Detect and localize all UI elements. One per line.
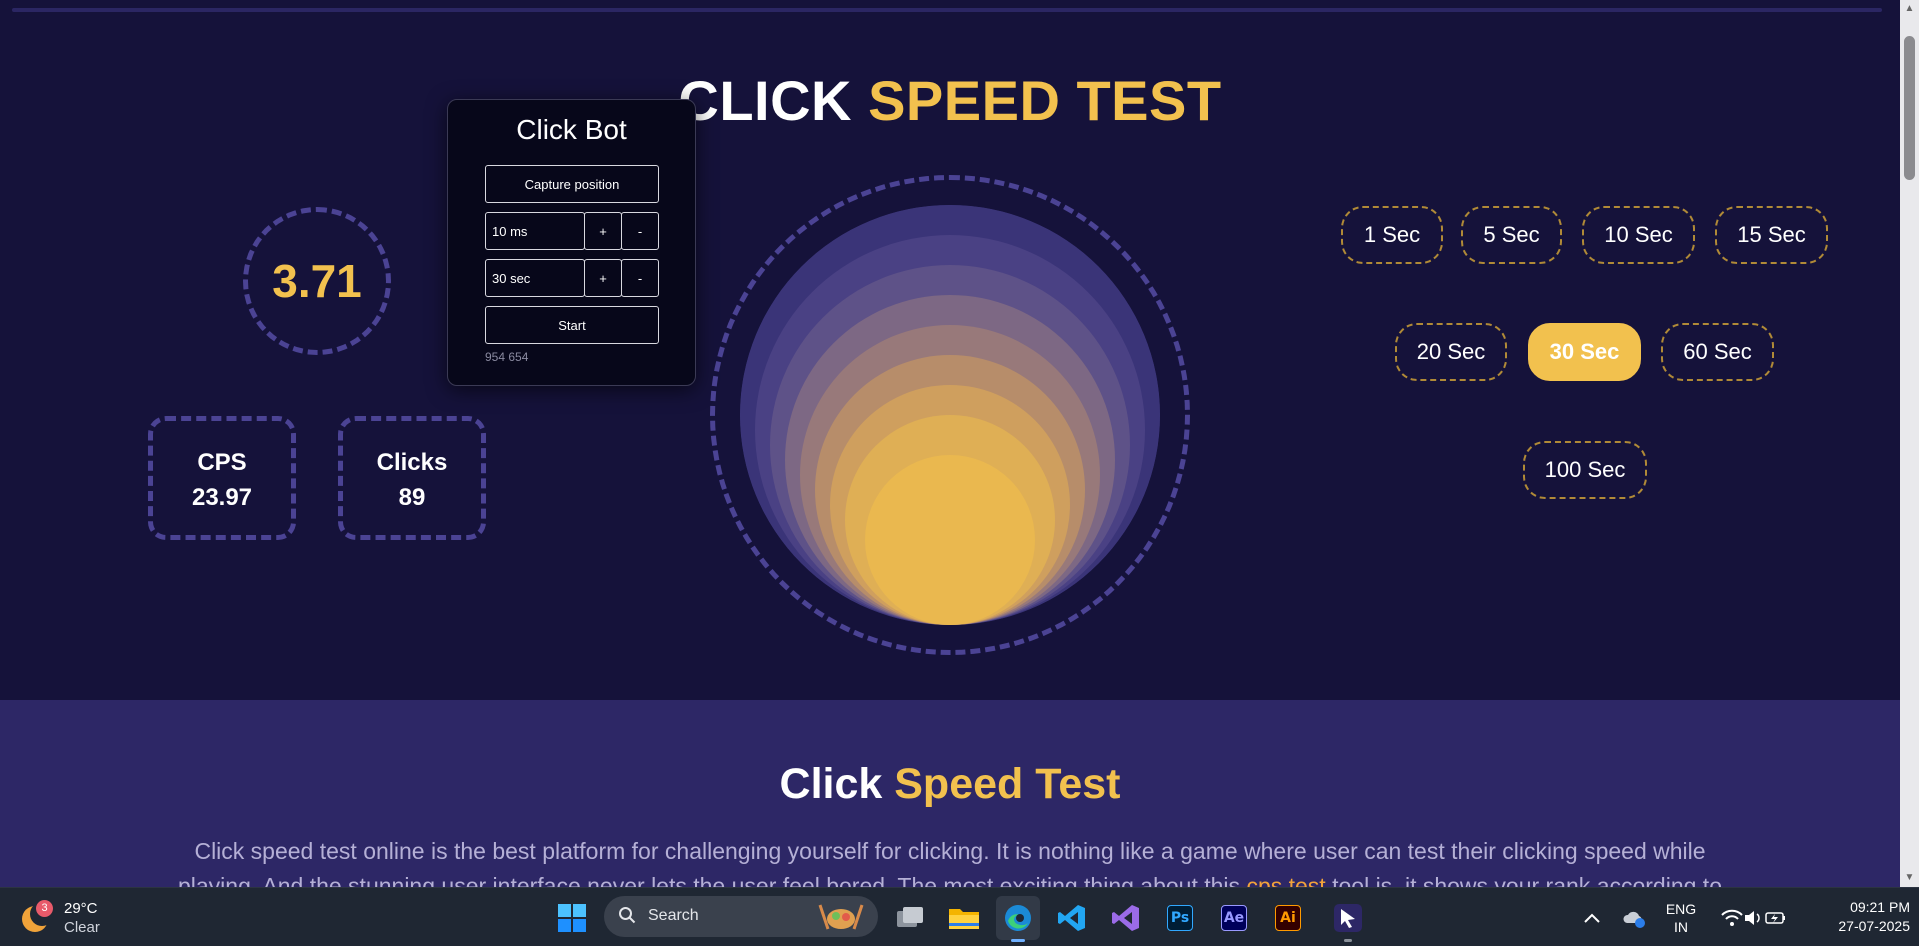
page-scrollbar[interactable]: ▲ ▼ xyxy=(1900,0,1919,887)
running-indicator xyxy=(1344,939,1352,942)
time-option-20-sec[interactable]: 20 Sec xyxy=(1395,323,1507,381)
cloud-sync-icon xyxy=(1623,911,1645,928)
scroll-up-icon[interactable]: ▲ xyxy=(1900,0,1919,17)
page-title: CLICK SPEED TEST xyxy=(0,68,1900,133)
paragraph-line-2-end: tool is, it shows your rank according to xyxy=(1325,873,1722,887)
illustrator-icon: Ai xyxy=(1275,905,1301,931)
time-option-1-sec[interactable]: 1 Sec xyxy=(1341,206,1443,264)
browser-viewport: CLICK SPEED TEST 3.71 CPS 23.97 Clicks 8… xyxy=(0,0,1900,887)
heading-part-white: Click xyxy=(779,760,883,808)
title-part-accent: SPEED TEST xyxy=(868,69,1222,132)
click-bot-panel: Click Bot Capture position 10 ms + - 30 … xyxy=(447,99,696,386)
show-hidden-icons-button[interactable] xyxy=(1580,906,1604,930)
start-button[interactable] xyxy=(550,896,594,940)
time-option-30-sec[interactable]: 30 Sec xyxy=(1528,323,1641,381)
cps-value: 23.97 xyxy=(191,484,253,511)
time-option-15-sec[interactable]: 15 Sec xyxy=(1715,206,1828,264)
cps-label: CPS xyxy=(197,449,247,476)
duration-input[interactable]: 30 sec xyxy=(485,259,585,297)
search-label: Search xyxy=(648,907,699,924)
language-code: ENG xyxy=(1665,901,1697,917)
top-divider xyxy=(12,8,1882,12)
system-clock[interactable]: 09:21 PM 27-07-2025 xyxy=(1810,898,1910,936)
file-explorer-icon xyxy=(949,909,979,929)
taskbar-search[interactable]: Search xyxy=(604,896,878,937)
chevron-up-icon xyxy=(1584,913,1600,923)
taskbar: 3 29°C Clear Search Ps Ae Ai ENG IN 09:2… xyxy=(0,887,1919,946)
time-option-10-sec[interactable]: 10 Sec xyxy=(1582,206,1695,264)
photoshop-button[interactable]: Ps xyxy=(1158,896,1202,940)
duration-increase-button[interactable]: + xyxy=(584,259,622,297)
duration-decrease-button[interactable]: - xyxy=(621,259,659,297)
time-option-60-sec[interactable]: 60 Sec xyxy=(1661,323,1774,381)
heading-part-accent: Speed Test xyxy=(894,760,1121,808)
interval-decrease-button[interactable]: - xyxy=(621,212,659,250)
cps-test-link[interactable]: cps test xyxy=(1246,873,1325,887)
position-readout: 954 654 xyxy=(485,350,529,364)
volume-icon xyxy=(1745,911,1760,925)
section-heading: Click Speed Test xyxy=(0,760,1900,809)
cursor-app-icon xyxy=(1334,904,1362,932)
clock-date: 27-07-2025 xyxy=(1838,918,1910,934)
task-view-icon xyxy=(897,907,923,927)
clicks-label: Clicks xyxy=(376,449,448,476)
cps-box: CPS 23.97 xyxy=(148,416,296,540)
scroll-down-icon[interactable]: ▼ xyxy=(1900,869,1919,886)
click-bot-title: Click Bot xyxy=(516,114,627,145)
start-icon xyxy=(558,904,586,932)
time-option-5-sec[interactable]: 5 Sec xyxy=(1461,206,1562,264)
visual-studio-icon xyxy=(1112,905,1139,931)
section-paragraph: Click speed test online is the best plat… xyxy=(110,834,1790,887)
paragraph-line-1: Click speed test online is the best plat… xyxy=(194,838,1706,864)
region-code: IN xyxy=(1674,919,1688,935)
wifi-icon xyxy=(1721,909,1743,926)
task-view-button[interactable] xyxy=(888,896,932,940)
search-icon xyxy=(619,907,636,924)
visual-studio-button[interactable] xyxy=(1104,896,1148,940)
score-value: 3.71 xyxy=(272,255,362,307)
click-area-ring-8 xyxy=(865,455,1035,625)
scrollbar-thumb[interactable] xyxy=(1904,36,1915,180)
clicks-value: 89 xyxy=(398,484,426,511)
title-part-white: CLICK xyxy=(678,69,852,132)
onedrive-button[interactable] xyxy=(1620,904,1648,932)
weather-widget[interactable]: 3 29°C Clear xyxy=(22,900,142,936)
interval-increase-button[interactable]: + xyxy=(584,212,622,250)
after-effects-button[interactable]: Ae xyxy=(1212,896,1256,940)
interval-input[interactable]: 10 ms xyxy=(485,212,585,250)
vscode-button[interactable] xyxy=(1050,896,1094,940)
edge-button[interactable] xyxy=(996,896,1040,942)
temperature: 29°C xyxy=(64,900,98,917)
clock-time: 09:21 PM xyxy=(1850,899,1910,915)
weather-condition: Clear xyxy=(64,919,100,936)
capture-position-button[interactable]: Capture position xyxy=(485,165,659,203)
info-section: Click Speed Test Click speed test online… xyxy=(0,700,1900,887)
cursor-app-button[interactable] xyxy=(1326,896,1370,942)
photoshop-icon: Ps xyxy=(1167,905,1193,931)
search-highlight-icon xyxy=(818,904,864,930)
file-explorer-button[interactable] xyxy=(942,896,986,940)
paragraph-line-2: playing. And the stunning user interface… xyxy=(177,873,1247,887)
active-indicator xyxy=(1011,939,1025,942)
click-area[interactable] xyxy=(740,205,1160,625)
battery-charging-icon xyxy=(1765,912,1785,924)
quick-settings-button[interactable] xyxy=(1716,904,1792,932)
vscode-icon xyxy=(1058,905,1085,931)
after-effects-icon: Ae xyxy=(1221,905,1247,931)
start-button[interactable]: Start xyxy=(485,306,659,344)
edge-icon xyxy=(1005,905,1031,931)
language-indicator[interactable]: ENG IN xyxy=(1662,900,1700,936)
weather-badge: 3 xyxy=(36,900,53,917)
time-option-100-sec[interactable]: 100 Sec xyxy=(1523,441,1647,499)
score-ring: 3.71 xyxy=(243,207,391,355)
illustrator-button[interactable]: Ai xyxy=(1266,896,1310,940)
clicks-box: Clicks 89 xyxy=(338,416,486,540)
